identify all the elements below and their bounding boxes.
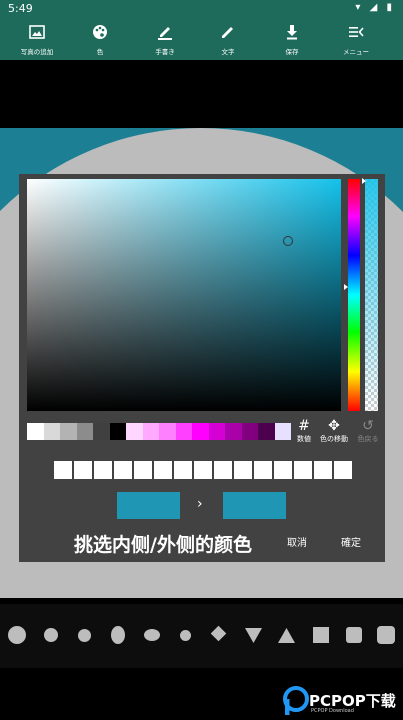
new-color-swatch[interactable] [223, 492, 286, 519]
color-label: 色 [96, 48, 104, 56]
color-history [54, 461, 352, 479]
undo-icon: ↺ [362, 418, 374, 434]
shape-bar [0, 604, 403, 668]
toolbar: 写真の追加 色 手書き 文字 保存 メニュー [0, 18, 403, 60]
old-color-swatch[interactable] [117, 492, 180, 519]
history-swatch[interactable] [94, 461, 112, 479]
history-swatch[interactable] [294, 461, 312, 479]
arrow-icon: › [197, 496, 203, 512]
saturation-value-area[interactable] [27, 179, 341, 411]
diamond-button[interactable] [210, 625, 227, 642]
menu-label: メニュー [343, 48, 369, 56]
palette-swatch[interactable] [93, 423, 110, 440]
status-bar: 5:49 ▾ ◢ ▮ [0, 0, 403, 18]
add-photo-button[interactable]: 写真の追加 [7, 18, 67, 60]
pcpop-logo-icon [283, 686, 309, 715]
download-icon [262, 24, 322, 46]
palette-swatch[interactable] [76, 423, 93, 440]
status-time: 5:49 [8, 2, 33, 15]
palette-swatch[interactable] [258, 423, 275, 440]
palette-swatch[interactable] [175, 423, 192, 440]
palette-swatch[interactable] [225, 423, 242, 440]
palette-swatch[interactable] [159, 423, 176, 440]
pen-icon [135, 24, 195, 46]
save-label: 保存 [285, 48, 299, 56]
history-swatch[interactable] [114, 461, 132, 479]
move-color-button[interactable]: ✥ 色の移動 [315, 418, 353, 444]
history-swatch[interactable] [54, 461, 72, 479]
palette-swatch[interactable] [192, 423, 209, 440]
palette-swatch[interactable] [208, 423, 225, 440]
text-pencil-icon [198, 24, 258, 46]
history-swatch[interactable] [314, 461, 332, 479]
history-swatch[interactable] [134, 461, 152, 479]
undo-color-label: 色戻る [357, 435, 379, 443]
ellipse-vertical-button[interactable] [111, 626, 125, 644]
triangle-up-button[interactable] [278, 628, 295, 643]
handwriting-button[interactable]: 手書き [135, 18, 195, 60]
caption-text: 挑选内侧/外侧的颜色 [74, 534, 252, 556]
move-icon: ✥ [328, 418, 340, 434]
palette-swatch[interactable] [109, 423, 126, 440]
handwriting-label: 手書き [155, 48, 175, 56]
palette-swatch[interactable] [241, 423, 258, 440]
history-swatch[interactable] [194, 461, 212, 479]
rounded-square-large-button[interactable] [377, 626, 395, 644]
history-swatch[interactable] [334, 461, 352, 479]
circle-small-button[interactable] [78, 629, 91, 642]
palette-swatch[interactable] [43, 423, 60, 440]
undo-color-button[interactable]: ↺ 色戻る [349, 418, 387, 444]
palette-icon [70, 24, 130, 46]
history-swatch[interactable] [274, 461, 292, 479]
add-photo-label: 写真の追加 [20, 48, 54, 56]
circle-tiny-button[interactable] [180, 630, 191, 641]
preset-palette [27, 423, 291, 440]
save-button[interactable]: 保存 [262, 18, 322, 60]
hue-marker[interactable] [344, 284, 348, 290]
watermark: PCPOP下载 PCPOP Download [281, 684, 403, 720]
palette-swatch[interactable] [27, 423, 44, 440]
ellipse-horizontal-button[interactable] [144, 629, 160, 641]
history-swatch[interactable] [154, 461, 172, 479]
triangle-down-button[interactable] [245, 628, 262, 643]
text-button[interactable]: 文字 [198, 18, 258, 60]
history-swatch[interactable] [234, 461, 252, 479]
move-color-label: 色の移動 [320, 435, 348, 443]
alpha-slider[interactable] [365, 179, 378, 411]
status-icons: ▾ ◢ ▮ [355, 2, 395, 13]
color-picker-dialog: # 数値 ✥ 色の移動 ↺ 色戻る › 挑选内侧/外侧的颜色 取消 確定 [19, 174, 385, 562]
alpha-marker[interactable] [362, 178, 366, 184]
menu-icon [326, 24, 386, 46]
palette-swatch[interactable] [126, 423, 143, 440]
cancel-button[interactable]: 取消 [287, 534, 307, 549]
palette-swatch[interactable] [142, 423, 159, 440]
menu-button[interactable]: メニュー [326, 18, 386, 60]
history-swatch[interactable] [74, 461, 92, 479]
color-button[interactable]: 色 [70, 18, 130, 60]
color-cursor[interactable] [283, 236, 293, 246]
palette-swatch[interactable] [60, 423, 77, 440]
image-icon [7, 24, 67, 46]
history-swatch[interactable] [214, 461, 232, 479]
circle-medium-button[interactable] [44, 628, 58, 642]
history-swatch[interactable] [174, 461, 192, 479]
watermark-subtext: PCPOP Download [311, 708, 354, 714]
text-label: 文字 [221, 48, 235, 56]
square-button[interactable] [313, 627, 329, 643]
ok-button[interactable]: 確定 [341, 534, 361, 549]
history-swatch[interactable] [254, 461, 272, 479]
circle-large-button[interactable] [8, 626, 26, 644]
hue-slider[interactable] [348, 179, 360, 411]
rounded-square-button[interactable] [346, 627, 362, 643]
